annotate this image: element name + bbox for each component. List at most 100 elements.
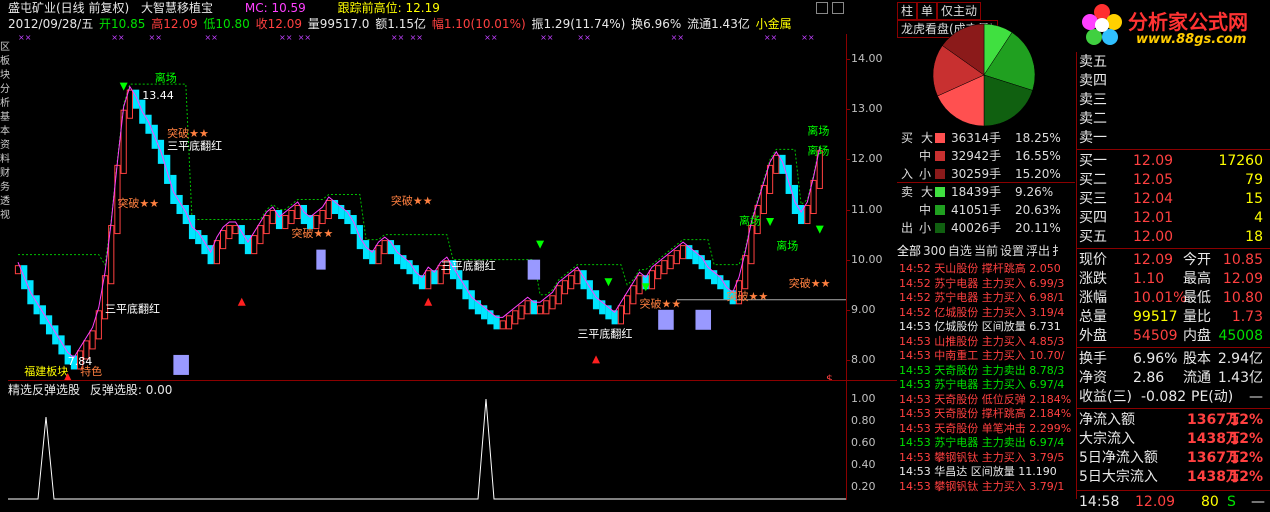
quote-stat-row: 涨跌 1.10 最高 12.09: [1079, 269, 1269, 289]
radar-row[interactable]: 14:52 苏宁电器 主力买入 6.98/1: [899, 291, 1075, 305]
radar-value: 6.731: [1029, 320, 1061, 333]
bid-volume: 4: [1254, 210, 1263, 226]
radar-tab[interactable]: 全部: [897, 243, 921, 259]
radar-tab[interactable]: 设置: [1000, 243, 1024, 259]
radar-time: 14:53: [899, 465, 935, 478]
candle: [499, 320, 506, 330]
radar-row[interactable]: 14:53 攀钢钒钛 主力买入 3.79/5: [899, 451, 1075, 465]
radar-row[interactable]: 14:53 天奇股份 单笔冲击 2.299%: [899, 422, 1075, 436]
money-flow-table: 买大 36314手 18.25% 中 32942手 16.55% 入小 30259手 15.20…: [897, 128, 1075, 240]
radar-tab[interactable]: 自选: [948, 243, 972, 259]
candle: [294, 204, 301, 220]
radar-row[interactable]: 14:53 中南重工 主力买入 10.70/: [899, 349, 1075, 363]
radar-row[interactable]: 14:52 天山股份 撑杆跳高 2.050: [899, 262, 1075, 276]
radar-row[interactable]: 14:53 攀钢钒钛 主力买入 3.79/1: [899, 480, 1075, 494]
sector-suffix-label: 特色: [80, 364, 102, 378]
radar-row[interactable]: 14:53 亿城股份 区间放量 6.731: [899, 320, 1075, 334]
bar-amplitude: 振1.29(11.74%): [531, 17, 626, 31]
radar-row[interactable]: 14:53 天奇股份 主力卖出 8.78/3: [899, 364, 1075, 378]
radar-row[interactable]: 14:52 苏宁电器 主力买入 6.99/3: [899, 277, 1075, 291]
radar-row[interactable]: 14:53 苏宁电器 主力买入 6.97/4: [899, 378, 1075, 392]
candle: [269, 210, 276, 225]
trade-side: S: [1227, 494, 1236, 510]
radar-tab[interactable]: 当前: [974, 243, 998, 259]
ask-label: 卖三: [1079, 92, 1107, 108]
right-tab[interactable]: 柱: [897, 2, 918, 20]
side-function-strip[interactable]: 区板块分析基本资料财务透视: [0, 34, 10, 254]
sub-indicator-panel[interactable]: 精选反弹选股 反弹选股: 0.00: [8, 380, 846, 500]
bid-price: 12.00: [1133, 229, 1174, 245]
sub-panel-value: 反弹选股: 0.00: [89, 383, 173, 397]
radar-row[interactable]: 14:53 天奇股份 低位反弹 2.184%: [899, 393, 1075, 407]
bar-turnover: 换6.96%: [631, 17, 682, 31]
logo-url: www.88gs.com: [1136, 32, 1247, 47]
radar-signal: 区间放量: [981, 320, 1030, 333]
sub-axis: 1.00 0.80 0.60 0.40 0.20: [846, 380, 897, 500]
quote-stat-row: 涨幅 10.01% 最低 10.80: [1079, 288, 1269, 308]
radar-value: 2.299%: [1029, 421, 1072, 435]
top-marker: ××: [484, 34, 497, 42]
ask-row: 卖一: [1079, 128, 1269, 148]
capital-flow-row: 5日净流入额 1367万 12%: [1079, 448, 1269, 468]
stock-title[interactable]: 盛屯矿业(日线 前复权): [8, 1, 129, 15]
sub-tick-label: 1.00: [851, 392, 876, 405]
candle: [170, 174, 177, 204]
radar-tab[interactable]: 扌: [1052, 243, 1064, 259]
exit-label: 离场: [807, 143, 829, 157]
radar-row[interactable]: 14:52 亿城股份 主力买入 3.19/4: [899, 306, 1075, 320]
top-marker: ××: [279, 34, 292, 42]
radar-row[interactable]: 14:53 华昌达 区间放量 11.190: [899, 465, 1075, 479]
radar-tab[interactable]: 300: [923, 243, 946, 259]
top-marker: ××: [204, 34, 217, 42]
flow-size: 小: [919, 221, 932, 235]
candle: [679, 245, 687, 260]
radar-row[interactable]: 14:53 山推股份 主力买入 4.85/3: [899, 335, 1075, 349]
radar-row[interactable]: 14:53 苏宁电器 主力卖出 6.97/4: [899, 436, 1075, 450]
stat-value: 45008: [1218, 328, 1263, 344]
sub-tick-label: 0.40: [851, 458, 876, 471]
radar-time: 14:53: [899, 479, 935, 493]
candle: [226, 225, 233, 240]
radar-time: 14:53: [899, 436, 935, 449]
sell-triangle-icon: [815, 225, 824, 234]
radar-value: 8.78/3: [1029, 363, 1065, 377]
minimize-icon[interactable]: [816, 2, 828, 14]
top-marker: ××: [391, 34, 404, 42]
candle: [89, 330, 96, 350]
order-book-panel: 卖五 卖四 卖三 卖二 卖一 买一 12.09 17260 买二 12.05 79 买三 12.04 15…: [1076, 52, 1270, 510]
close-icon[interactable]: [832, 2, 844, 14]
ask-label: 卖四: [1079, 73, 1107, 89]
candlestick-chart[interactable]: ××××××××××××××××××××××××××××离场离场离场离场离场离场…: [8, 34, 846, 380]
radar-signal: 主力买入: [981, 334, 1030, 348]
stat-label: 现价: [1079, 252, 1107, 268]
bid-price: 12.09: [1133, 153, 1174, 169]
top-marker: ××: [540, 34, 553, 42]
radar-row[interactable]: 14:53 天奇股份 撑杆跳高 2.184%: [899, 407, 1075, 421]
bid-label: 买一: [1079, 153, 1107, 169]
fundamental-row: 换手 6.96% 股本 2.94亿: [1079, 349, 1269, 369]
sector-label: 福建板块: [24, 364, 68, 378]
radar-tab[interactable]: 浮出: [1026, 243, 1050, 259]
top-marker: ××: [410, 34, 423, 42]
price-tick-label: 8.00: [851, 352, 876, 366]
bid-price: 12.01: [1133, 210, 1174, 226]
stat-label: 流通: [1183, 370, 1211, 386]
indicator-name[interactable]: 大智慧移植宝: [141, 1, 213, 15]
stat-value: 10.80: [1222, 290, 1263, 306]
candle: [512, 310, 519, 325]
bid-row: 买四 12.01 4: [1079, 208, 1269, 228]
candle: [561, 280, 569, 295]
right-tab[interactable]: 单: [917, 2, 938, 20]
flow-volume: 32942手: [951, 149, 1002, 163]
radar-stock: 亿城股份: [934, 320, 982, 333]
flower-logo-icon: [1082, 4, 1122, 45]
candle: [257, 225, 264, 245]
short-line-radar-list[interactable]: 14:52 天山股份 撑杆跳高 2.050 14:52 苏宁电器 主力买入 6.9…: [897, 262, 1075, 499]
stat-value: 12.09: [1222, 271, 1263, 287]
sector-tag[interactable]: 小金属: [756, 17, 792, 31]
sub-tick-label: 0.80: [851, 414, 876, 427]
breakout-label: 突破★★: [117, 196, 159, 210]
radar-value: 6.98/1: [1029, 291, 1065, 304]
right-tab[interactable]: 仅主动: [937, 2, 982, 20]
top-marker: ××: [298, 34, 311, 42]
